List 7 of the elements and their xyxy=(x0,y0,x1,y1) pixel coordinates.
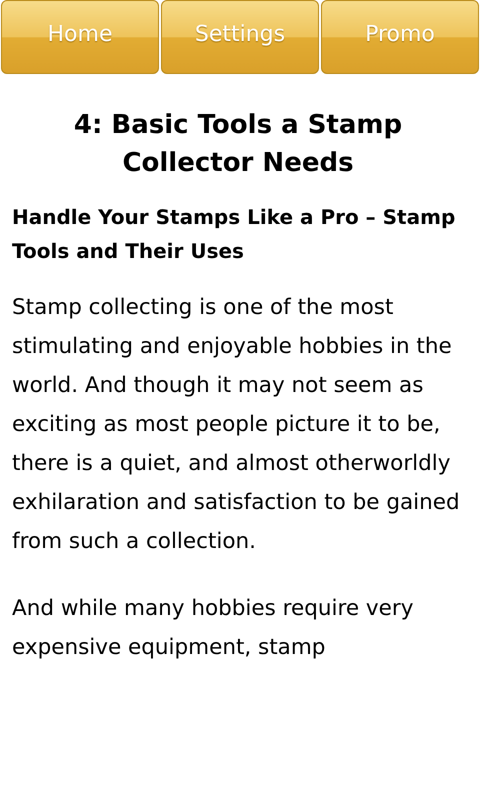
nav-button[interactable]: Settings xyxy=(161,0,319,74)
article-subtitle: Handle Your Stamps Like a Pro – Stamp Tools and Their Uses xyxy=(12,204,456,265)
article-title: 4: Basic Tools a Stamp Collector Needs xyxy=(72,109,404,180)
article-paragraph: Stamp collecting is one of the most stimulating and enjoyable hobbies in the world. And though it may not seem as exciting as most people picture it to be, there is a quiet, and almost otherworldly exhilaration and satisfaction to be gained from such a collection. xyxy=(12,294,461,556)
article-paragraph: And while many hobbies require very expensive equipment, stamp xyxy=(12,595,414,662)
nav-button[interactable]: Promo xyxy=(321,0,479,74)
nav-button[interactable]: Home xyxy=(1,0,159,74)
